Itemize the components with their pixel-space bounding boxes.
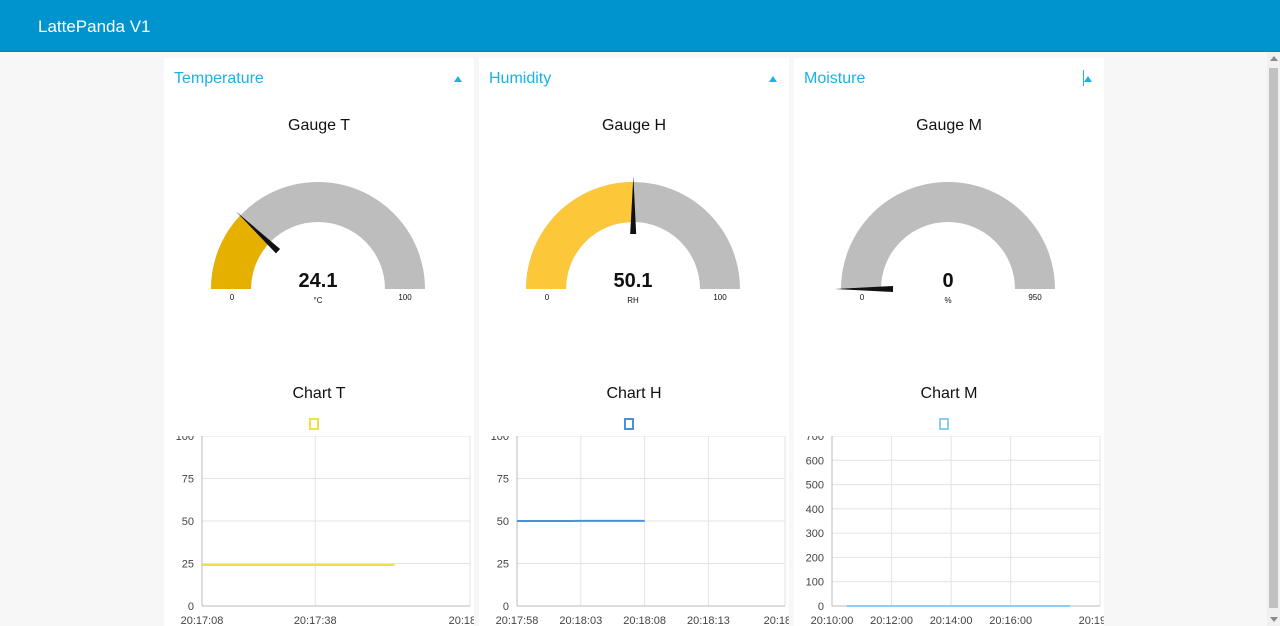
- x-tick-label: 20:18:08: [623, 615, 666, 626]
- collapse-group-icon[interactable]: [1084, 76, 1092, 82]
- gauge-title: Gauge T: [288, 117, 350, 134]
- y-tick-label: 0: [188, 601, 194, 613]
- app-title: LattePanda V1: [38, 17, 151, 36]
- gauge-max-label: 100: [713, 293, 727, 302]
- gauge-min-label: 0: [860, 293, 865, 302]
- gauge-h: 50.1 RH 0 100: [526, 176, 740, 305]
- group-card-temperature: Temperature Gauge T 24.1 °C 0 100 Chart …: [164, 58, 474, 626]
- x-tick-label: 20:17:58: [496, 615, 539, 626]
- y-tick-label: 200: [806, 552, 824, 564]
- y-tick-label: 25: [182, 559, 194, 571]
- scrollbar-thumb[interactable]: [1269, 68, 1278, 608]
- x-tick-label: 20:18:13: [687, 615, 730, 626]
- x-tick-label: 20:18:19: [764, 615, 789, 626]
- chart-title: Chart M: [920, 385, 978, 402]
- gauge-unit: °C: [314, 296, 323, 305]
- gauge-value: 50.1: [614, 270, 653, 292]
- chart-title: Chart H: [606, 385, 662, 402]
- gauge-value: 0: [942, 270, 953, 292]
- gauge-title: Gauge H: [601, 117, 667, 134]
- chart-h: 0 25 50 75 100 20:17:58 20:18:03 20:18:08 20:18:…: [491, 436, 789, 626]
- gauge-title: Gauge M: [916, 117, 982, 134]
- page-scrollbar[interactable]: [1267, 52, 1280, 626]
- scroll-up-arrow-icon[interactable]: [1270, 56, 1278, 61]
- x-tick-label: 20:17:08: [181, 615, 224, 626]
- gauge-m: 0 % 0 950: [835, 182, 1055, 305]
- x-tick-label: 20:14:00: [930, 615, 973, 626]
- gauge-unit: RH: [627, 296, 639, 305]
- group-card-humidity: Humidity Gauge H 50.1 RH 0 100 Chart H 0…: [479, 58, 789, 626]
- y-tick-label: 75: [182, 474, 194, 486]
- gauge-max-label: 100: [398, 293, 412, 302]
- y-tick-label: 75: [497, 474, 509, 486]
- chart-title: Chart T: [292, 385, 346, 402]
- y-tick-label: 100: [806, 577, 824, 589]
- top-bar: LattePanda V1: [0, 0, 1280, 52]
- x-tick-label: 20:12:00: [870, 615, 913, 626]
- x-tick-label: 20:16:00: [989, 615, 1032, 626]
- chart-m: 0 100 200 300 400 500 600 700 20:10:00 20:12:00 20…: [806, 436, 1104, 626]
- gauge-unit: %: [944, 296, 951, 305]
- chart-legend-swatch[interactable]: [939, 418, 949, 430]
- group-title: Humidity: [489, 70, 552, 87]
- group-card-moisture: Moisture Gauge M 0 % 0 950 Chart M 0 100 2…: [794, 58, 1104, 626]
- y-tick-label: 300: [806, 528, 824, 540]
- collapse-group-icon[interactable]: [769, 76, 777, 82]
- x-tick-label: 20:18:03: [559, 615, 602, 626]
- x-tick-label: 20:19:00: [1079, 615, 1104, 626]
- y-tick-label: 50: [182, 516, 194, 528]
- collapse-group-icon[interactable]: [454, 76, 462, 82]
- gauge-min-label: 0: [545, 293, 550, 302]
- gauge-value: 24.1: [299, 270, 338, 292]
- chart-legend-swatch[interactable]: [309, 418, 319, 430]
- y-tick-label: 25: [497, 559, 509, 571]
- x-tick-label: 20:17:38: [294, 615, 337, 626]
- y-tick-label: 700: [806, 436, 824, 443]
- scroll-down-arrow-icon[interactable]: [1270, 617, 1278, 622]
- group-title: Temperature: [174, 70, 264, 87]
- group-title: Moisture: [804, 70, 866, 87]
- gauge-min-label: 0: [230, 293, 235, 302]
- chart-t: 0 25 50 75 100 20:17:08 20:17:38 20:18:19: [176, 436, 474, 626]
- y-tick-label: 600: [806, 455, 824, 467]
- y-tick-label: 0: [818, 601, 824, 613]
- y-tick-label: 100: [176, 436, 194, 443]
- y-tick-label: 50: [497, 516, 509, 528]
- gauge-max-label: 950: [1028, 293, 1042, 302]
- gauge-t: 24.1 °C 0 100: [211, 182, 425, 305]
- x-tick-label: 20:18:19: [449, 615, 474, 626]
- y-tick-label: 400: [806, 504, 824, 516]
- y-tick-label: 0: [503, 601, 509, 613]
- y-tick-label: 500: [806, 480, 824, 492]
- y-tick-label: 100: [491, 436, 509, 443]
- chart-legend-swatch[interactable]: [624, 418, 634, 430]
- x-tick-label: 20:10:00: [811, 615, 854, 626]
